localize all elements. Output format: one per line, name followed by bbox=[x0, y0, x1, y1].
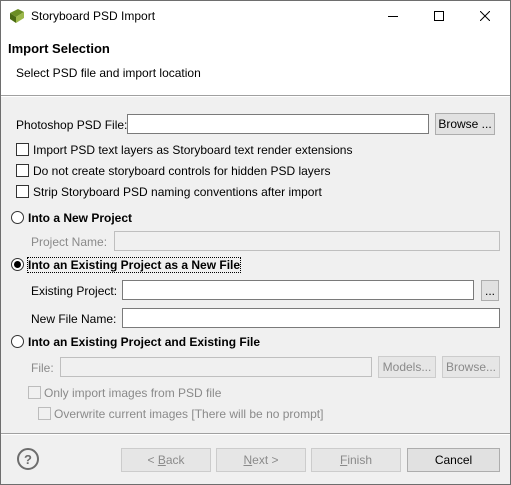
footer-divider-highlight bbox=[1, 434, 510, 435]
existing-file-radio[interactable] bbox=[11, 335, 24, 348]
existing-project-input[interactable] bbox=[122, 280, 474, 300]
maximize-button[interactable] bbox=[416, 1, 462, 31]
header-divider-highlight bbox=[1, 96, 510, 97]
existing-new-file-radio[interactable] bbox=[11, 258, 24, 271]
back-mnemonic: B bbox=[157, 453, 166, 467]
existing-new-file-label: Into an Existing Project as a New File bbox=[26, 257, 242, 273]
existing-project-label: Existing Project: bbox=[31, 284, 118, 298]
finish-rest: inish bbox=[347, 453, 373, 467]
back-button[interactable]: < Back bbox=[121, 448, 211, 472]
maximize-icon bbox=[434, 11, 444, 21]
close-button[interactable] bbox=[462, 1, 508, 31]
back-prefix: < bbox=[147, 453, 158, 467]
models-button[interactable]: Models... bbox=[378, 356, 436, 378]
existing-project-browse-button[interactable]: ... bbox=[481, 280, 499, 301]
storyboard-app-icon bbox=[10, 9, 24, 23]
psd-file-label: Photoshop PSD File: bbox=[16, 118, 128, 132]
strip-naming-label: Strip Storyboard PSD naming conventions … bbox=[33, 185, 322, 199]
file-browse-button[interactable]: Browse... bbox=[442, 356, 500, 378]
file-input[interactable] bbox=[60, 357, 372, 377]
file-label: File: bbox=[31, 361, 54, 375]
overwrite-images-checkbox[interactable] bbox=[38, 407, 51, 420]
next-rest: ext > bbox=[252, 453, 279, 467]
project-name-input[interactable] bbox=[114, 231, 500, 251]
finish-button[interactable]: Finish bbox=[311, 448, 401, 472]
wizard-header: Import Selection Select PSD file and imp… bbox=[1, 31, 510, 95]
next-button[interactable]: Next > bbox=[216, 448, 306, 472]
text-layers-checkbox[interactable] bbox=[16, 143, 29, 156]
only-images-checkbox[interactable] bbox=[28, 386, 41, 399]
import-dialog: Storyboard PSD Import Import Selection S… bbox=[0, 0, 511, 485]
text-layers-label: Import PSD text layers as Storyboard tex… bbox=[33, 143, 353, 157]
hidden-layers-label: Do not create storyboard controls for hi… bbox=[33, 164, 331, 178]
cancel-button[interactable]: Cancel bbox=[407, 448, 500, 472]
new-project-label: Into a New Project bbox=[28, 211, 133, 225]
new-file-name-label: New File Name: bbox=[31, 312, 117, 326]
minimize-button[interactable] bbox=[370, 1, 416, 31]
page-description: Select PSD file and import location bbox=[16, 66, 201, 80]
existing-file-label: Into an Existing Project and Existing Fi… bbox=[28, 335, 261, 349]
window-title: Storyboard PSD Import bbox=[31, 9, 156, 23]
project-name-label: Project Name: bbox=[31, 235, 108, 249]
back-rest: ack bbox=[165, 453, 185, 467]
psd-browse-button[interactable]: Browse ... bbox=[435, 113, 495, 135]
finish-mnemonic: F bbox=[339, 453, 348, 467]
hidden-layers-checkbox[interactable] bbox=[16, 164, 29, 177]
only-images-label: Only import images from PSD file bbox=[44, 386, 222, 400]
help-icon[interactable]: ? bbox=[17, 448, 39, 470]
minimize-icon bbox=[388, 16, 398, 17]
title-bar: Storyboard PSD Import bbox=[1, 1, 510, 31]
strip-naming-checkbox[interactable] bbox=[16, 185, 29, 198]
page-title: Import Selection bbox=[8, 41, 110, 56]
overwrite-images-label: Overwrite current images [There will be … bbox=[54, 407, 324, 421]
psd-file-input[interactable] bbox=[127, 114, 429, 134]
new-file-name-input[interactable] bbox=[122, 308, 500, 328]
next-mnemonic: N bbox=[243, 453, 253, 467]
close-icon bbox=[480, 11, 490, 21]
new-project-radio[interactable] bbox=[11, 211, 24, 224]
